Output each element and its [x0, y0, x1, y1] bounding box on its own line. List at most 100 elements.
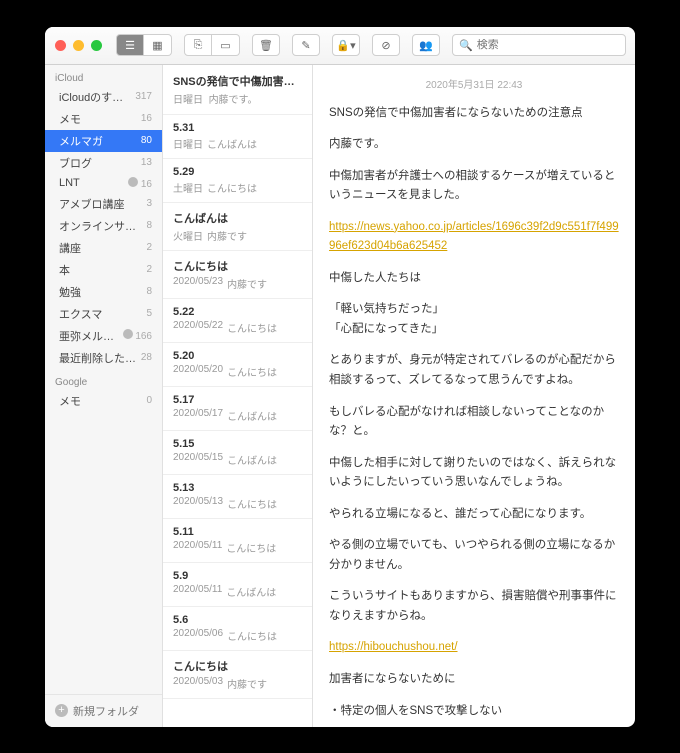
share-button[interactable]: 👥	[412, 34, 440, 56]
sidebar-item[interactable]: ブログ 13	[45, 152, 162, 174]
sidebar-item[interactable]: 亜弥メル… 166	[45, 325, 162, 347]
window-controls	[55, 40, 102, 51]
list-item[interactable]: 5.132020/05/13こんにちは	[163, 475, 312, 519]
list-item-sub: 2020/05/06こんにちは	[173, 628, 302, 643]
close-button[interactable]	[55, 40, 66, 51]
list-item[interactable]: 5.31 日曜日こんばんは	[163, 115, 312, 159]
delete-button[interactable]: 🗑	[252, 34, 280, 56]
sidebar-item[interactable]: オンラインサ…8	[45, 215, 162, 237]
list-item-title: 5.29	[173, 166, 302, 178]
sidebar-item-count: 2	[146, 242, 152, 253]
list-header[interactable]: SNSの発信で中傷加害者… 日曜日 内藤です。	[163, 65, 312, 115]
sidebar-item[interactable]: 勉強 8	[45, 281, 162, 303]
list-item-title: 5.31	[173, 122, 302, 134]
list-header-title: SNSの発信で中傷加害者…	[173, 73, 302, 89]
sidebar-item-label: 最近削除した…	[59, 350, 136, 366]
titlebar: ☰ ▦ ⎘ ▭ 🗑 ✎ 🔒▾ ⊘ 👥 🔍 »	[45, 27, 635, 65]
sidebar-item-label: ブログ	[59, 155, 92, 171]
zoom-button[interactable]	[91, 40, 102, 51]
list-item-sub: 2020/05/03内藤です	[173, 676, 302, 691]
sidebar-item-count: 5	[146, 308, 152, 319]
list-item-sub: 2020/05/22こんにちは	[173, 320, 302, 335]
list-item-title: 5.20	[173, 350, 302, 362]
sidebar-item-label: 亜弥メル…	[59, 328, 114, 344]
list-item-title: 5.6	[173, 614, 302, 626]
sidebar-item[interactable]: エクスマ5	[45, 303, 162, 325]
list-view-button[interactable]: ☰	[116, 34, 144, 56]
sidebar: iCloudiCloudのす…317メモ16メルマガ80ブログ13LNT 16ア…	[45, 65, 163, 727]
list-item-sub: 2020/05/13こんにちは	[173, 496, 302, 511]
list-item-title: 5.9	[173, 570, 302, 582]
list-item[interactable]: 5.112020/05/11こんにちは	[163, 519, 312, 563]
sidebar-item[interactable]: 本2	[45, 259, 162, 281]
list-item-title: 5.15	[173, 438, 302, 450]
attach-seg: ⎘ ▭	[184, 34, 240, 56]
sidebar-item-label: メモ	[59, 393, 81, 409]
content: iCloudiCloudのす…317メモ16メルマガ80ブログ13LNT 16ア…	[45, 65, 635, 727]
search-input[interactable]	[477, 39, 619, 51]
link-hibou[interactable]: https://hibouchushou.net/	[329, 641, 458, 653]
sidebar-item-count: 2	[146, 264, 152, 275]
sidebar-item-count: 3	[146, 198, 152, 209]
minimize-button[interactable]	[73, 40, 84, 51]
lock-button[interactable]: 🔒▾	[332, 34, 360, 56]
note-list: SNSの発信で中傷加害者… 日曜日 内藤です。 5.31 日曜日こんばんは 5.29…	[163, 65, 313, 727]
grid-view-button[interactable]: ▦	[144, 34, 172, 56]
sidebar-item-count: 8	[146, 286, 152, 297]
list-item[interactable]: 5.9 2020/05/11こんばんは	[163, 563, 312, 607]
sidebar-item-count: 16	[141, 113, 152, 124]
sidebar-item[interactable]: LNT 16	[45, 174, 162, 193]
list-item-sub: 2020/05/11こんにちは	[173, 540, 302, 555]
app-window: ☰ ▦ ⎘ ▭ 🗑 ✎ 🔒▾ ⊘ 👥 🔍 » iCloudiCloudのす…31…	[45, 27, 635, 727]
list-item[interactable]: 5.29土曜日こんにちは	[163, 159, 312, 203]
list-item-title: こんばんは	[173, 210, 302, 226]
list-item[interactable]: 5.15 2020/05/15こんばんは	[163, 431, 312, 475]
sidebar-item-label: アメブロ講座	[59, 196, 124, 212]
sidebar-item[interactable]: 最近削除した…28	[45, 347, 162, 369]
sidebar-section-title: Google	[45, 369, 162, 390]
trash-button[interactable]: ▭	[212, 34, 240, 56]
sidebar-item[interactable]: メルマガ 80	[45, 130, 162, 152]
sidebar-item[interactable]: iCloudのす…317	[45, 86, 162, 108]
attach-button[interactable]: ⎘	[184, 34, 212, 56]
sidebar-item-count: 13	[141, 157, 152, 168]
sidebar-item-label: LNT	[59, 177, 80, 189]
link-yahoo[interactable]: https://news.yahoo.co.jp/articles/1696c3…	[329, 221, 619, 253]
checklist-button[interactable]: ⊘	[372, 34, 400, 56]
list-item[interactable]: 5.20 2020/05/20こんにちは	[163, 343, 312, 387]
list-item-sub: 2020/05/15こんばんは	[173, 452, 302, 467]
sidebar-item[interactable]: アメブロ講座 3	[45, 193, 162, 215]
list-item-sub: 2020/05/11こんばんは	[173, 584, 302, 599]
sidebar-item-label: 勉強	[59, 284, 81, 300]
sidebar-item-count: 0	[146, 395, 152, 406]
list-item[interactable]: こんにちは2020/05/23内藤です	[163, 251, 312, 299]
sidebar-item[interactable]: 講座2	[45, 237, 162, 259]
search-field[interactable]: 🔍	[452, 34, 626, 56]
note-body[interactable]: 2020年5月31日 22:43 SNSの発信で中傷加害者にならないための注意点…	[313, 65, 635, 727]
plus-icon: +	[55, 704, 68, 717]
overflow-button[interactable]: »	[632, 38, 635, 52]
list-header-sub: 日曜日 内藤です。	[173, 91, 302, 106]
list-item[interactable]: こんにちは2020/05/03内藤です	[163, 651, 312, 699]
sidebar-item-count: 8	[146, 220, 152, 231]
list-item-sub: 2020/05/17こんばんは	[173, 408, 302, 423]
sidebar-section-title: iCloud	[45, 65, 162, 86]
new-folder-button[interactable]: + 新規フォルダ	[45, 694, 162, 727]
sidebar-item-label: メルマガ	[59, 133, 103, 149]
list-item[interactable]: 5.17 2020/05/17こんばんは	[163, 387, 312, 431]
sidebar-item-count: 80	[141, 135, 152, 146]
list-item-title: 5.17	[173, 394, 302, 406]
sidebar-item-label: iCloudのす…	[59, 89, 123, 105]
new-note-button[interactable]: ✎	[292, 34, 320, 56]
list-item-sub: 日曜日こんばんは	[173, 136, 302, 151]
list-item[interactable]: 5.22 2020/05/22こんにちは	[163, 299, 312, 343]
sidebar-item[interactable]: メモ 0	[45, 390, 162, 412]
list-item-title: 5.22	[173, 306, 302, 318]
sidebar-item-label: 本	[59, 262, 70, 278]
list-item[interactable]: こんばんは火曜日内藤です	[163, 203, 312, 251]
list-item-sub: 2020/05/20こんにちは	[173, 364, 302, 379]
sidebar-item[interactable]: メモ16	[45, 108, 162, 130]
list-item-title: こんにちは	[173, 258, 302, 274]
note-date: 2020年5月31日 22:43	[329, 77, 619, 94]
list-item[interactable]: 5.6 2020/05/06こんにちは	[163, 607, 312, 651]
